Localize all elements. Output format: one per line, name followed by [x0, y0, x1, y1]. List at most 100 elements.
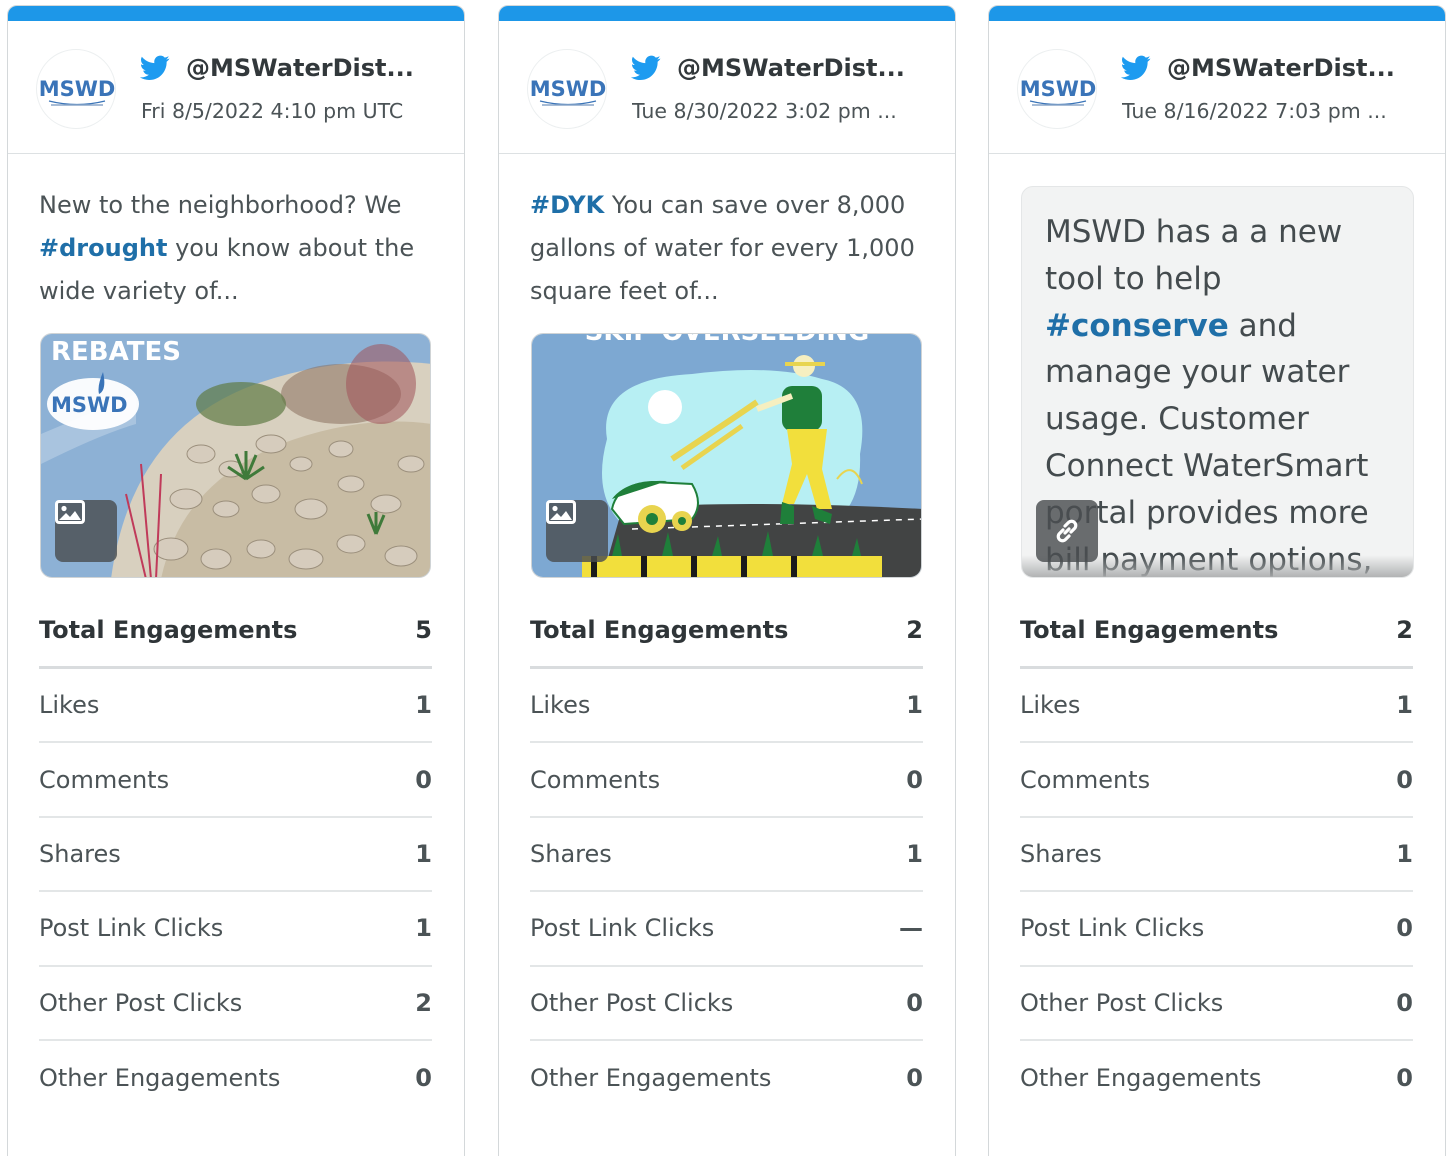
stat-value: 5	[415, 615, 432, 644]
card-accent-bar	[989, 6, 1445, 21]
stat-value: 0	[1396, 1064, 1413, 1093]
svg-text:MSWD: MSWD	[51, 393, 128, 417]
stat-label: Shares	[1020, 839, 1102, 868]
stat-value: 1	[415, 691, 432, 720]
post-media-image[interactable]: SKIP OVERSEEDING	[531, 333, 922, 578]
link-preview-card[interactable]: MSWD has a a new tool to help #conserve …	[1021, 186, 1414, 578]
stat-row-other-engagements: Other Engagements 0	[1020, 1041, 1413, 1115]
stat-label: Other Post Clicks	[530, 988, 734, 1017]
stat-row-other-post-clicks: Other Post Clicks 2	[39, 967, 432, 1041]
stat-row-total-engagements: Total Engagements 5	[39, 593, 432, 669]
stat-row-total-engagements: Total Engagements 2	[530, 593, 923, 669]
stat-label: Comments	[530, 765, 661, 794]
stat-label: Post Link Clicks	[1020, 914, 1205, 943]
stat-value: 0	[415, 1064, 432, 1093]
post-text: New to the neighborhood? We #drought you…	[39, 184, 439, 314]
stat-label: Other Post Clicks	[39, 988, 243, 1017]
link-text-pre: MSWD has a a new tool to help	[1045, 214, 1343, 297]
engagement-stats: Total Engagements 2 Likes 1 Comments 0 S…	[1020, 593, 1413, 1115]
card-accent-bar	[8, 6, 464, 21]
link-icon	[1056, 519, 1078, 543]
stat-value: 0	[1396, 988, 1413, 1017]
svg-text:MSWD: MSWD	[39, 77, 116, 101]
avatar: MSWD	[36, 49, 116, 129]
twitter-bird-icon	[631, 55, 661, 80]
hashtag-link[interactable]: #conserve	[1045, 308, 1229, 344]
stat-row-shares: Shares 1	[39, 818, 432, 893]
post-media-image[interactable]: REBATES MSWD	[40, 333, 431, 578]
stat-label: Shares	[530, 839, 612, 868]
svg-text:SKIP OVERSEEDING: SKIP OVERSEEDING	[585, 334, 870, 347]
stat-row-likes: Likes 1	[1020, 669, 1413, 744]
stat-label: Comments	[39, 765, 170, 794]
stat-value: —	[899, 914, 923, 943]
svg-text:REBATES: REBATES	[51, 337, 181, 367]
avatar: MSWD	[1017, 49, 1097, 129]
stat-row-shares: Shares 1	[530, 818, 923, 893]
stat-row-likes: Likes 1	[39, 669, 432, 744]
account-handle[interactable]: @MSWaterDist...	[677, 54, 937, 82]
card-header: MSWD @MSWaterDist... Tue 8/30/2022 3:02 …	[499, 21, 955, 154]
stat-label: Total Engagements	[39, 615, 298, 644]
stat-label: Total Engagements	[1020, 615, 1279, 644]
stat-row-post-link-clicks: Post Link Clicks 1	[39, 892, 432, 967]
post-text-pre: New to the neighborhood? We	[39, 191, 402, 219]
stat-value: 2	[906, 615, 923, 644]
stat-value: 0	[1396, 914, 1413, 943]
engagement-stats: Total Engagements 2 Likes 1 Comments 0 S…	[530, 593, 923, 1115]
stat-row-likes: Likes 1	[530, 669, 923, 744]
twitter-bird-icon	[1121, 55, 1151, 80]
post-card: MSWD @MSWaterDist... Fri 8/5/2022 4:10 p…	[7, 5, 465, 1156]
post-timestamp: Tue 8/16/2022 7:03 pm ...	[1122, 99, 1387, 123]
post-card: MSWD @MSWaterDist... Tue 8/16/2022 7:03 …	[988, 5, 1446, 1156]
stat-row-other-post-clicks: Other Post Clicks 0	[530, 967, 923, 1041]
post-card: MSWD @MSWaterDist... Tue 8/30/2022 3:02 …	[498, 5, 956, 1156]
card-header: MSWD @MSWaterDist... Tue 8/16/2022 7:03 …	[989, 21, 1445, 154]
stat-label: Comments	[1020, 765, 1151, 794]
stat-row-comments: Comments 0	[39, 743, 432, 818]
post-timestamp: Tue 8/30/2022 3:02 pm ...	[632, 99, 897, 123]
hashtag-link[interactable]: #drought	[39, 234, 167, 262]
stat-label: Likes	[39, 691, 100, 720]
stat-row-comments: Comments 0	[1020, 743, 1413, 818]
stat-label: Other Engagements	[39, 1064, 281, 1093]
post-timestamp: Fri 8/5/2022 4:10 pm UTC	[141, 99, 404, 123]
account-handle[interactable]: @MSWaterDist...	[1167, 54, 1427, 82]
image-badge	[546, 500, 608, 562]
stat-label: Likes	[1020, 691, 1081, 720]
stat-label: Other Post Clicks	[1020, 988, 1224, 1017]
stat-value: 2	[415, 988, 432, 1017]
account-handle[interactable]: @MSWaterDist...	[186, 54, 446, 82]
stat-row-other-engagements: Other Engagements 0	[530, 1041, 923, 1115]
stat-value: 2	[1396, 615, 1413, 644]
svg-text:MSWD: MSWD	[530, 77, 607, 101]
twitter-bird-icon	[140, 55, 170, 80]
card-accent-bar	[499, 6, 955, 21]
hashtag-link[interactable]: #DYK	[530, 191, 604, 219]
stat-row-shares: Shares 1	[1020, 818, 1413, 893]
stat-label: Post Link Clicks	[530, 914, 715, 943]
stat-row-other-engagements: Other Engagements 0	[39, 1041, 432, 1115]
card-header: MSWD @MSWaterDist... Fri 8/5/2022 4:10 p…	[8, 21, 464, 154]
stat-value: 1	[1396, 839, 1413, 868]
stat-value: 1	[1396, 691, 1413, 720]
stat-row-comments: Comments 0	[530, 743, 923, 818]
image-badge	[55, 500, 117, 562]
stat-label: Shares	[39, 839, 121, 868]
stat-label: Other Engagements	[530, 1064, 772, 1093]
stat-value: 0	[1396, 765, 1413, 794]
stat-value: 1	[415, 839, 432, 868]
stat-label: Post Link Clicks	[39, 914, 224, 943]
stat-value: 1	[906, 691, 923, 720]
stat-label: Total Engagements	[530, 615, 789, 644]
post-text: #DYK You can save over 8,000 gallons of …	[530, 184, 930, 314]
stat-row-total-engagements: Total Engagements 2	[1020, 593, 1413, 669]
svg-text:MSWD: MSWD	[1020, 77, 1097, 101]
avatar: MSWD	[527, 49, 607, 129]
stat-value: 1	[415, 914, 432, 943]
stat-value: 1	[906, 839, 923, 868]
stat-label: Likes	[530, 691, 591, 720]
stat-row-other-post-clicks: Other Post Clicks 0	[1020, 967, 1413, 1041]
stat-value: 0	[415, 765, 432, 794]
image-icon	[546, 500, 576, 524]
